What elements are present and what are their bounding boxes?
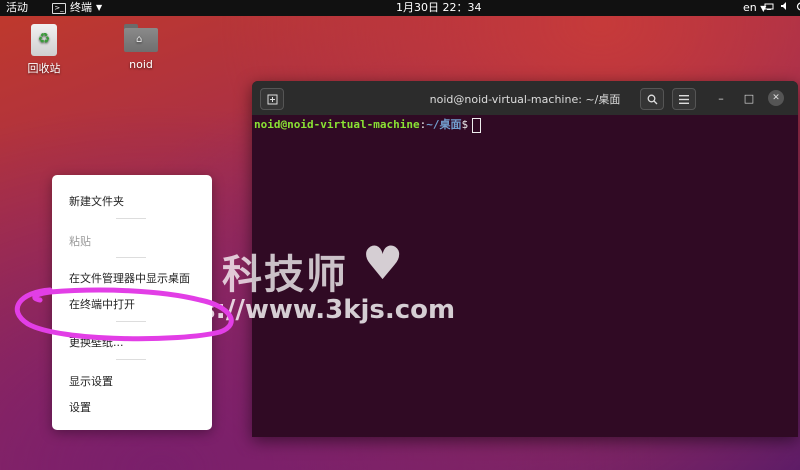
search-icon	[647, 94, 657, 104]
menu-separator	[116, 257, 146, 258]
close-button[interactable]: ✕	[768, 90, 784, 106]
menu-separator	[116, 218, 146, 219]
desktop-icon-trash[interactable]: 回收站	[9, 24, 79, 76]
terminal-header-bar[interactable]: noid@noid-virtual-machine: ~/桌面 – □ ✕	[252, 81, 798, 115]
chevron-down-icon: ▼	[96, 3, 103, 12]
network-icon	[764, 3, 774, 10]
desktop-icon-label: 回收站	[27, 62, 61, 75]
clock[interactable]: 1月30日 22：34	[396, 1, 482, 15]
activities-button[interactable]: 活动	[6, 1, 28, 15]
hamburger-menu-button[interactable]	[672, 88, 696, 110]
terminal-content[interactable]: noid@noid-virtual-machine:~/桌面$	[252, 115, 798, 135]
menu-separator	[116, 359, 146, 360]
home-folder-icon: ⌂	[124, 24, 158, 52]
heart-icon: ♥	[362, 236, 404, 290]
menu-item-new-folder[interactable]: 新建文件夹	[69, 193, 124, 209]
desktop-icon-home[interactable]: ⌂ noid	[106, 24, 176, 71]
system-menu[interactable]	[764, 1, 800, 11]
highlight-annotation	[14, 287, 234, 342]
prompt-path: ~/桌面	[426, 118, 462, 131]
app-menu-button[interactable]: >_ 终端 ▼	[52, 1, 102, 15]
trash-icon	[31, 24, 57, 56]
menu-item-settings[interactable]: 设置	[69, 399, 91, 415]
prompt-user-host: noid@noid-virtual-machine	[254, 118, 420, 131]
text-cursor	[472, 117, 482, 133]
language-label: en	[743, 1, 757, 14]
desktop-icon-label: noid	[129, 58, 153, 71]
menu-item-display-settings[interactable]: 显示设置	[69, 373, 113, 389]
prompt-symbol: $	[461, 118, 469, 131]
menu-item-paste: 粘贴	[69, 235, 91, 248]
watermark-text: 科技师	[222, 252, 348, 298]
minimize-button[interactable]: –	[710, 88, 732, 108]
volume-icon	[781, 2, 786, 10]
input-method-indicator[interactable]: en ▼	[743, 1, 766, 16]
hamburger-menu-icon	[679, 94, 689, 104]
search-button[interactable]	[640, 88, 664, 110]
terminal-icon: >_	[52, 2, 66, 14]
maximize-button[interactable]: □	[738, 88, 760, 108]
power-icon	[796, 2, 800, 11]
top-bar: 活动 >_ 终端 ▼ 1月30日 22：34 en ▼	[0, 0, 800, 16]
app-name: 终端	[70, 1, 92, 14]
